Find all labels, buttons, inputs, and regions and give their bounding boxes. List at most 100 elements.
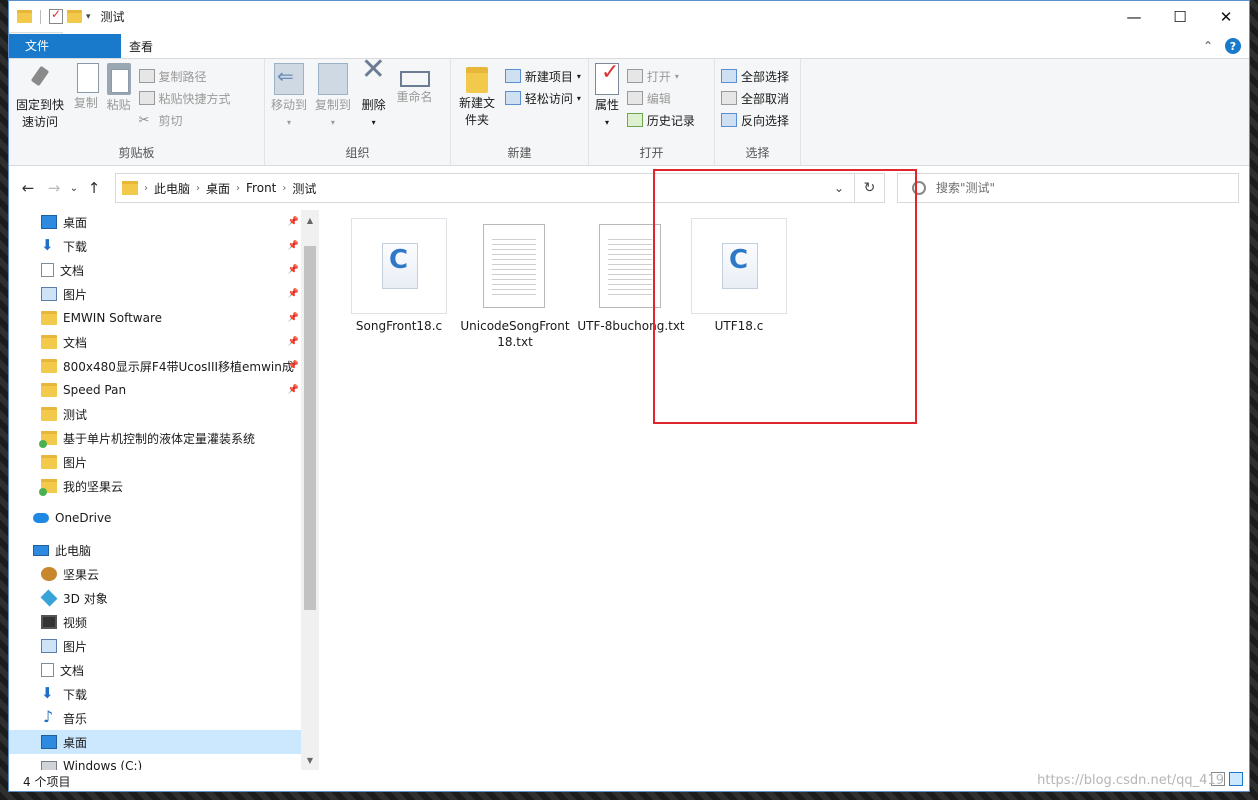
paste-button[interactable]: 粘贴	[106, 63, 131, 114]
scrollbar-thumb[interactable]	[304, 246, 316, 610]
minimize-button[interactable]: —	[1111, 1, 1157, 32]
sidebar-item[interactable]: 图片	[9, 634, 301, 658]
pictures-icon	[41, 639, 57, 653]
sidebar-item[interactable]: 视频	[9, 610, 301, 634]
refresh-button[interactable]: ↻	[854, 174, 884, 202]
pin-icon[interactable]: 📌	[288, 385, 299, 395]
sidebar-item[interactable]: 文档 📌	[9, 258, 301, 282]
chevron-right-icon[interactable]: ›	[144, 183, 148, 194]
move-to-button[interactable]: 移动到 ▾	[271, 63, 307, 131]
easy-access-button[interactable]: 轻松访问 ▾	[504, 89, 581, 107]
sidebar-item-label: 测试	[63, 407, 88, 422]
select-all-label: 全部选择	[741, 69, 790, 84]
scissors-icon: ✂	[138, 113, 150, 128]
sidebar-item[interactable]: 下载	[9, 682, 301, 706]
copy-path-button[interactable]: 复制路径	[138, 67, 231, 85]
collapse-ribbon-icon[interactable]: ⌃	[1203, 39, 1213, 53]
new-folder-button[interactable]: 新建文件夹	[457, 63, 497, 129]
sidebar-item[interactable]: 音乐	[9, 706, 301, 730]
maximize-button[interactable]: ☐	[1157, 1, 1203, 32]
up-button[interactable]: ↑	[81, 175, 107, 201]
properties-icon[interactable]	[49, 7, 63, 24]
properties-button[interactable]: 属性 ▾	[595, 63, 619, 131]
pin-icon[interactable]: 📌	[288, 241, 299, 251]
scroll-down-button[interactable]: ▼	[301, 752, 319, 768]
file-item[interactable]: UTF18.c	[683, 218, 795, 334]
address-dropdown-button[interactable]: ⌄	[828, 174, 850, 202]
sidebar-item-label: 坚果云	[63, 567, 100, 582]
sidebar-item-label: Speed Pan	[63, 383, 127, 397]
chevron-right-icon[interactable]: ›	[236, 183, 240, 194]
copy-button[interactable]: 复制	[73, 63, 99, 112]
paste-shortcut-button[interactable]: 粘贴快捷方式	[138, 89, 231, 107]
close-button[interactable]: ✕	[1203, 1, 1249, 32]
help-icon[interactable]: ?	[1225, 38, 1241, 54]
pin-icon[interactable]: 📌	[288, 265, 299, 275]
sidebar-item[interactable]: 图片	[9, 450, 301, 474]
sidebar-item[interactable]: 3D 对象	[9, 586, 301, 610]
pin-icon[interactable]: 📌	[288, 217, 299, 227]
invert-selection-button[interactable]: 反向选择	[721, 111, 789, 129]
sidebar-item[interactable]: 文档 📌	[9, 330, 301, 354]
folder-icon	[41, 311, 57, 325]
pin-icon[interactable]: 📌	[288, 289, 299, 299]
sidebar-item[interactable]: 测试	[9, 402, 301, 426]
sidebar-item[interactable]: Windows (C:)	[9, 754, 301, 770]
delete-button[interactable]: 删除 ▾	[359, 61, 389, 131]
select-none-icon	[721, 91, 737, 105]
sidebar-item[interactable]: 桌面	[9, 730, 301, 754]
forward-button[interactable]: →	[41, 175, 67, 201]
sidebar-item[interactable]: EMWIN Software 📌	[9, 306, 301, 330]
file-item[interactable]: UTF-8buchong.txt	[575, 218, 687, 334]
sidebar-item[interactable]: 桌面 📌	[9, 210, 301, 234]
chevron-right-icon[interactable]: ›	[282, 183, 286, 194]
file-item[interactable]: SongFront18.c	[343, 218, 455, 334]
pin-icon[interactable]: 📌	[288, 361, 299, 371]
breadcrumb-this-pc[interactable]: 此电脑	[154, 180, 190, 197]
search-input[interactable]	[936, 181, 1216, 195]
chevron-right-icon[interactable]: ›	[196, 183, 200, 194]
tab-file[interactable]: 文件	[9, 34, 121, 58]
rename-button[interactable]: 重命名	[397, 63, 433, 106]
pin-icon[interactable]: 📌	[288, 337, 299, 347]
select-all-button[interactable]: 全部选择	[721, 67, 789, 85]
new-folder-icon[interactable]	[67, 10, 82, 23]
customize-toolbar-dropdown[interactable]: ▾	[86, 12, 91, 22]
open-button[interactable]: 打开 ▾	[626, 67, 695, 85]
pin-label: 固定到快速访问	[15, 98, 64, 129]
recent-locations-button[interactable]: ⌄	[67, 175, 81, 201]
sidebar-item[interactable]: 基于单片机控制的液体定量灌装系统	[9, 426, 301, 450]
pin-to-quick-access-button[interactable]: 固定到快速访问	[15, 63, 65, 131]
search-box[interactable]	[897, 173, 1239, 203]
large-icons-view-button[interactable]	[1229, 772, 1243, 786]
navigation-bar: ← → ⌄ ↑ › 此电脑 › 桌面 › Front › 测试 ⌄ ↻	[9, 166, 1249, 210]
sidebar-item[interactable]: 坚果云	[9, 562, 301, 586]
file-item[interactable]: UnicodeSongFront18.txt	[459, 218, 571, 350]
tab-view[interactable]: 查看	[115, 34, 167, 58]
breadcrumb-front[interactable]: Front	[246, 181, 276, 195]
select-none-button[interactable]: 全部取消	[721, 89, 789, 107]
copy-to-button[interactable]: 复制到 ▾	[315, 63, 351, 131]
breadcrumb-desktop[interactable]: 桌面	[206, 180, 230, 197]
scroll-up-button[interactable]: ▲	[301, 212, 319, 228]
sidebar-item[interactable]: 文档	[9, 658, 301, 682]
sidebar-item[interactable]: OneDrive	[9, 506, 301, 530]
sidebar-item[interactable]: 此电脑	[9, 538, 301, 562]
sidebar-item[interactable]: 图片 📌	[9, 282, 301, 306]
sidebar-item[interactable]: 我的坚果云	[9, 474, 301, 498]
edit-button[interactable]: 编辑	[626, 89, 695, 107]
3d-objects-icon	[40, 589, 58, 607]
history-button[interactable]: 历史记录	[626, 111, 695, 129]
breadcrumb-test[interactable]: 测试	[292, 180, 316, 197]
sidebar-item-label: 文档	[63, 335, 88, 350]
sidebar-item[interactable]: 800x480显示屏F4带UcosIII移植emwin成 📌	[9, 354, 301, 378]
pin-icon[interactable]: 📌	[288, 313, 299, 323]
sidebar-item[interactable]: Speed Pan 📌	[9, 378, 301, 402]
cut-button[interactable]: ✂ 剪切	[139, 111, 231, 129]
back-button[interactable]: ←	[15, 175, 41, 201]
nav-scrollbar[interactable]: ▲ ▼	[301, 210, 319, 770]
new-item-icon	[504, 69, 521, 83]
sidebar-item[interactable]: 下载 📌	[9, 234, 301, 258]
address-bar[interactable]: › 此电脑 › 桌面 › Front › 测试 ⌄ ↻	[115, 173, 885, 203]
new-item-button[interactable]: 新建项目 ▾	[504, 67, 581, 85]
